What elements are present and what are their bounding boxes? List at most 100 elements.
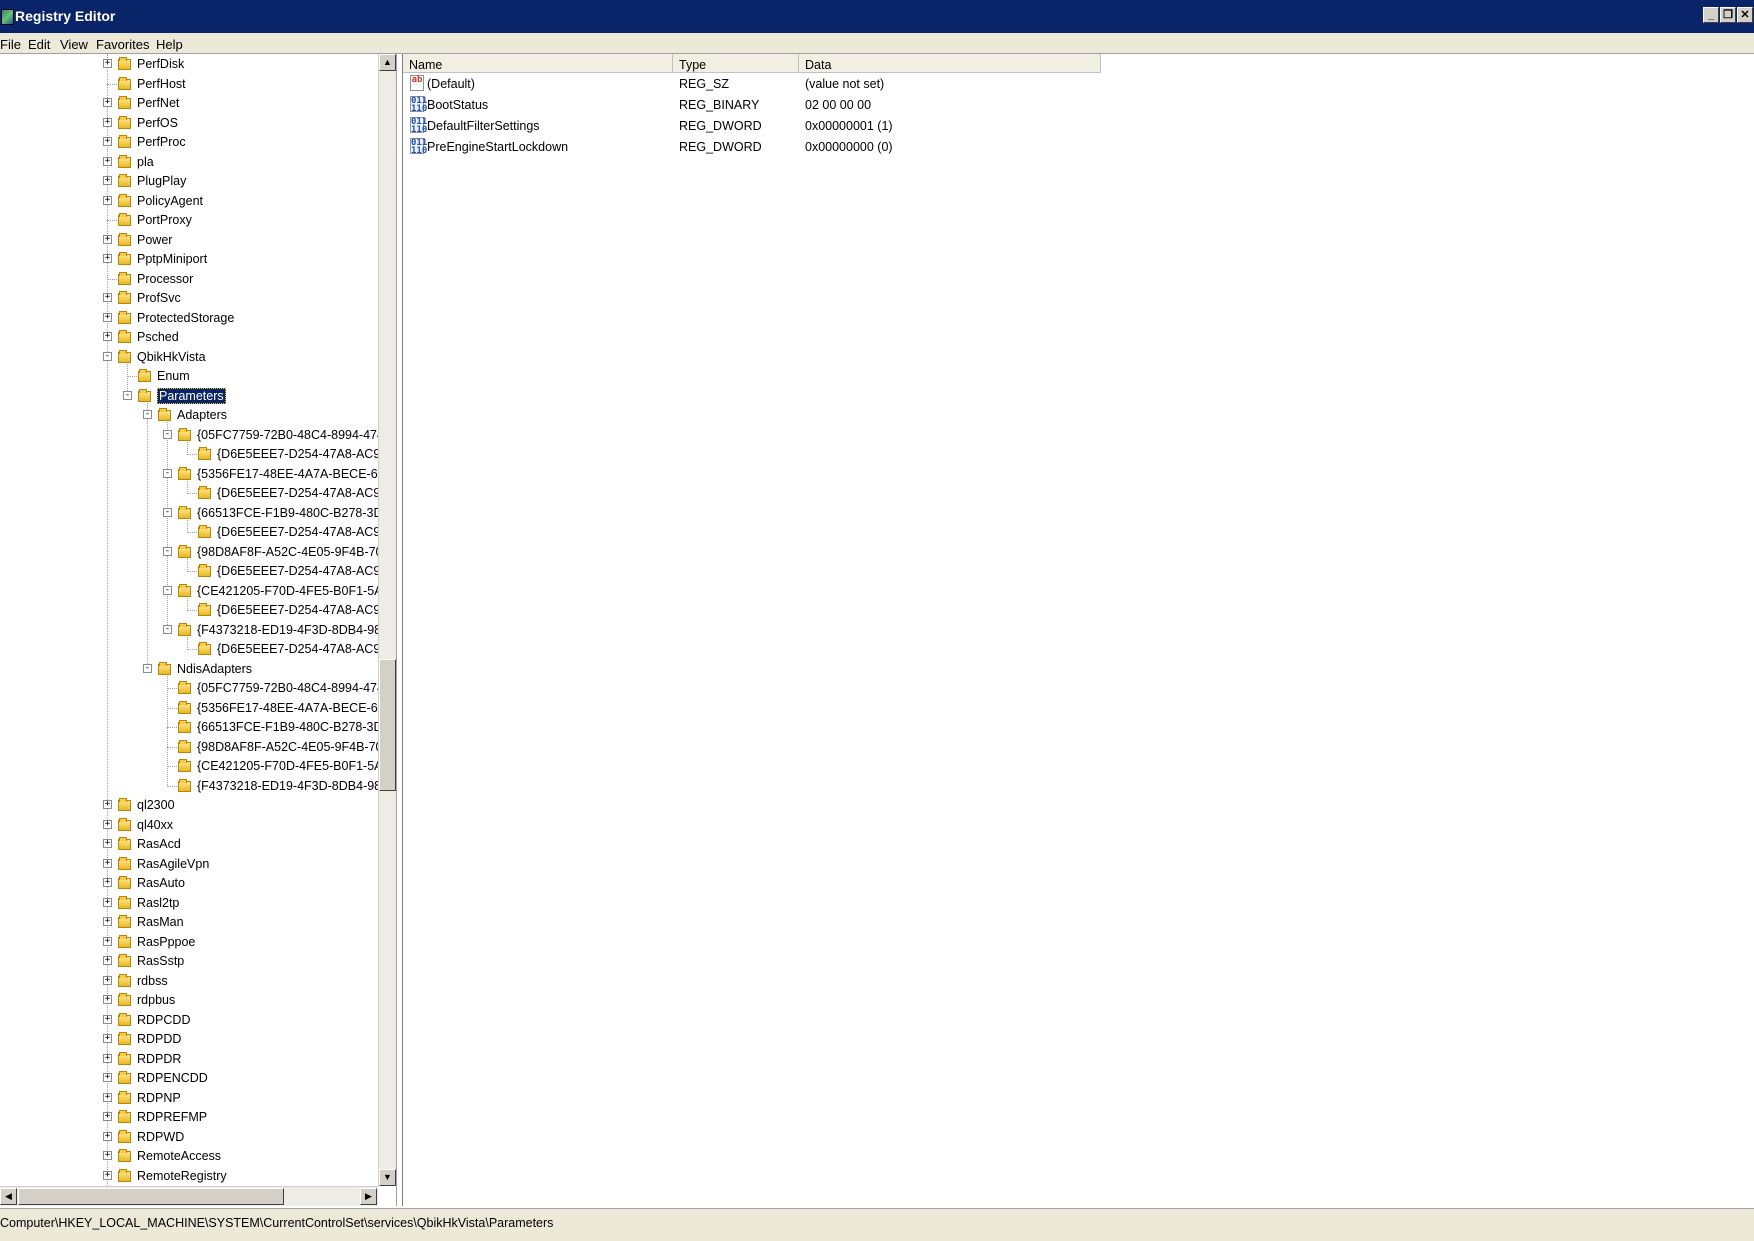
value-name[interactable]: DefaultFilterSettings [427,119,540,133]
tree-node[interactable]: + PptpMiniport [0,250,378,269]
expand-icon[interactable]: + [103,995,112,1004]
expand-icon[interactable]: + [103,98,112,107]
tree-node[interactable]: - {66513FCE-F1B9-480C-B278-3DD5 [0,504,396,523]
tree-node[interactable]: + rdpbus [0,991,378,1010]
menu-edit[interactable]: Edit [28,37,50,52]
tree-node[interactable]: PortProxy [0,211,378,230]
tree-node[interactable]: + PerfOS [0,114,378,133]
registry-key-tree[interactable]: + PerfDisk PerfHost + PerfNet + PerfOS + PerfPro… [0,54,397,1206]
tree-node-label[interactable]: RDPNP [137,1091,181,1105]
expand-icon[interactable]: + [103,293,112,302]
tree-node-label[interactable]: {D6E5EEE7-D254-47A8-AC9B-3 [217,486,396,500]
tree-node-label[interactable]: {D6E5EEE7-D254-47A8-AC9B-3 [217,603,396,617]
minimize-button[interactable]: _ [1703,7,1719,23]
menu-help[interactable]: Help [156,37,183,52]
tree-node[interactable]: + RasPppoe [0,933,378,952]
tree-node[interactable]: + PerfDisk [0,55,378,74]
value-name[interactable]: BootStatus [427,98,488,112]
tree-node[interactable]: Enum [0,367,378,386]
expand-icon[interactable]: + [103,1054,112,1063]
expand-icon[interactable]: + [103,235,112,244]
tree-node-label[interactable]: Processor [137,272,193,286]
expand-icon[interactable]: + [103,1015,112,1024]
collapse-icon[interactable]: - [123,391,132,400]
value-row[interactable]: ab (Default) REG_SZ (value not set) [403,74,1303,94]
tree-node-label[interactable]: ProfSvc [137,291,181,305]
tree-node[interactable]: PerfHost [0,75,378,94]
tree-node[interactable]: + RDPCDD [0,1011,378,1030]
expand-icon[interactable]: + [103,137,112,146]
tree-node[interactable]: + PlugPlay [0,172,378,191]
tree-node-label[interactable]: {98D8AF8F-A52C-4E05-9F4B-70C9 [197,545,396,559]
tree-node-label[interactable]: Psched [137,330,179,344]
tree-node[interactable]: + PolicyAgent [0,192,378,211]
expand-icon[interactable]: + [103,313,112,322]
value-row[interactable]: 011 110 BootStatus REG_BINARY 02 00 00 00 [403,95,1303,115]
tree-node-label[interactable]: Adapters [177,408,227,422]
tree-node-label[interactable]: RasPppoe [137,935,195,949]
column-header-type[interactable]: Type [673,54,799,73]
tree-node[interactable]: Processor [0,270,378,289]
tree-node-label[interactable]: RemoteAccess [137,1149,221,1163]
expand-icon[interactable]: + [103,859,112,868]
tree-node-label[interactable]: RDPDD [137,1032,181,1046]
tree-node-label[interactable]: {F4373218-ED19-4F3D-8DB4-98200 [197,779,396,793]
tree-node[interactable]: - {98D8AF8F-A52C-4E05-9F4B-70C9 [0,543,396,562]
tree-node-label[interactable]: {CE421205-F70D-4FE5-B0F1-5A673 [197,759,396,773]
values-list[interactable]: Name Type Data ab (Default) REG_SZ (value n… [402,54,1754,1206]
scroll-right-button[interactable]: ▶ [360,1188,377,1205]
tree-node-label[interactable]: {98D8AF8F-A52C-4E05-9F4B-70C9 [197,740,396,754]
expand-icon[interactable]: + [103,254,112,263]
value-row[interactable]: 011 110 PreEngineStartLockdown REG_DWORD 0x… [403,137,1303,157]
expand-icon[interactable]: + [103,839,112,848]
tree-node-label[interactable]: rdbss [137,974,168,988]
expand-icon[interactable]: + [103,118,112,127]
tree-node[interactable]: + RDPREFMP [0,1108,378,1127]
tree-node[interactable]: {D6E5EEE7-D254-47A8-AC9B-3 [0,445,396,464]
tree-node[interactable]: - {05FC7759-72B0-48C4-8994-474C9 [0,426,396,445]
expand-icon[interactable]: + [103,937,112,946]
tree-node-label[interactable]: {D6E5EEE7-D254-47A8-AC9B-3 [217,447,396,461]
tree-node-label[interactable]: NdisAdapters [177,662,252,676]
tree-node-label[interactable]: {66513FCE-F1B9-480C-B278-3DD5 [197,506,396,520]
tree-node[interactable]: {D6E5EEE7-D254-47A8-AC9B-3 [0,640,396,659]
tree-node-label[interactable]: RDPREFMP [137,1110,207,1124]
collapse-icon[interactable]: - [163,625,172,634]
expand-icon[interactable]: + [103,1151,112,1160]
tree-node[interactable]: + RasAgileVpn [0,855,378,874]
tree-node[interactable]: {D6E5EEE7-D254-47A8-AC9B-3 [0,562,396,581]
tree-vertical-scrollbar[interactable]: ▲ ▼ [378,54,396,1186]
close-button[interactable]: ✕ [1737,7,1753,23]
value-name[interactable]: (Default) [427,77,475,91]
tree-node-label[interactable]: PerfNet [137,96,179,110]
tree-node[interactable]: {D6E5EEE7-D254-47A8-AC9B-3 [0,523,396,542]
tree-node[interactable]: + RDPENCDD [0,1069,378,1088]
expand-icon[interactable]: + [103,878,112,887]
scroll-left-button[interactable]: ◀ [0,1188,17,1205]
tree-node[interactable]: + RasAcd [0,835,378,854]
expand-icon[interactable]: + [103,176,112,185]
tree-node-label[interactable]: RasAcd [137,837,181,851]
tree-node-label[interactable]: {05FC7759-72B0-48C4-8994-474C9 [197,428,396,442]
tree-node-label-selected[interactable]: Parameters [157,388,226,404]
menu-view[interactable]: View [60,37,88,52]
tree-node-label[interactable]: {05FC7759-72B0-48C4-8994-474C9 [197,681,396,695]
tree-node-label[interactable]: ql2300 [137,798,175,812]
tree-node[interactable]: {5356FE17-48EE-4A7A-BECE-645E2 [0,699,396,718]
collapse-icon[interactable]: - [163,547,172,556]
tree-node[interactable]: + RasMan [0,913,378,932]
tree-node[interactable]: + rdbss [0,972,378,991]
expand-icon[interactable]: + [103,956,112,965]
tree-node-label[interactable]: PerfDisk [137,57,184,71]
tree-vertical-scroll-thumb[interactable] [379,659,396,791]
tree-node[interactable]: - {CE421205-F70D-4FE5-B0F1-5A673 [0,582,396,601]
expand-icon[interactable]: + [103,1132,112,1141]
expand-icon[interactable]: + [103,1093,112,1102]
tree-node-label[interactable]: RasSstp [137,954,184,968]
tree-node-label[interactable]: rdpbus [137,993,175,1007]
tree-node[interactable]: + ql40xx [0,816,378,835]
tree-node-label[interactable]: {D6E5EEE7-D254-47A8-AC9B-3 [217,564,396,578]
tree-horizontal-scrollbar[interactable]: ◀ ▶ [0,1186,378,1206]
tree-node-label[interactable]: {D6E5EEE7-D254-47A8-AC9B-3 [217,525,396,539]
collapse-icon[interactable]: - [163,430,172,439]
